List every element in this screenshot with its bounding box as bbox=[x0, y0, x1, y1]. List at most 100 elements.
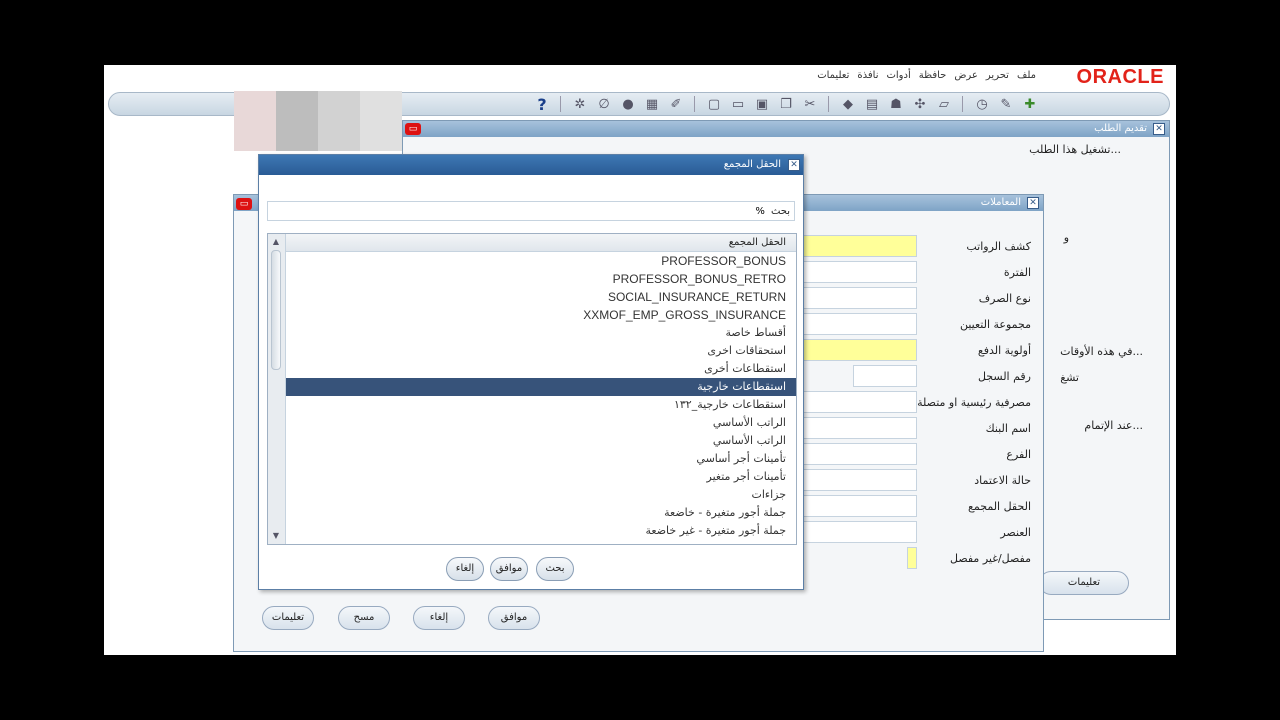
element-field[interactable] bbox=[799, 521, 917, 543]
copy-icon[interactable]: ❐ bbox=[777, 96, 795, 112]
on-completion-label: عند الإتمام... bbox=[1084, 419, 1143, 432]
params-ok-button[interactable]: موافق bbox=[488, 606, 540, 630]
find-icon[interactable]: ✲ bbox=[571, 96, 589, 112]
menu-tools[interactable]: أدوات bbox=[886, 70, 910, 81]
menu-folder[interactable]: حافظة bbox=[919, 70, 947, 81]
lov-row[interactable]: جزاءات bbox=[286, 486, 796, 504]
oracle-logo: ORACLE bbox=[1076, 66, 1164, 88]
delete-icon[interactable]: ▢ bbox=[705, 96, 723, 112]
param-row-aggregate-field: الحقل المجمع bbox=[799, 495, 1035, 517]
lov-row-selected[interactable]: استقطاعات خارجية bbox=[286, 378, 796, 396]
record-icon[interactable]: ▦ bbox=[643, 96, 661, 112]
close-icon[interactable]: ✕ bbox=[1153, 123, 1165, 135]
attach-icon[interactable]: ✎ bbox=[997, 96, 1015, 112]
lov-row[interactable]: استقطاعات خارجية_١٣٢ bbox=[286, 396, 796, 414]
lov-row[interactable]: SOCIAL_INSURANCE_RETURN bbox=[286, 288, 796, 306]
lov-row[interactable]: PROFESSOR_BONUS_RETRO bbox=[286, 270, 796, 288]
print-icon[interactable]: ▤ bbox=[863, 96, 881, 112]
toolbar-separator bbox=[560, 96, 562, 112]
scroll-up-icon[interactable]: ▲ bbox=[270, 236, 282, 248]
lov-row[interactable]: أقساط خاصة bbox=[286, 324, 796, 342]
param-label: نوع الصرف bbox=[978, 291, 1031, 305]
link-icon[interactable]: ∅ bbox=[595, 96, 613, 112]
menu-help[interactable]: تعليمات bbox=[817, 70, 849, 81]
params-help-button[interactable]: تعليمات bbox=[262, 606, 314, 630]
param-row-payment-type: نوع الصرف bbox=[799, 287, 1035, 309]
param-label: مصرفية رئيسية او متصلة bbox=[917, 395, 1031, 409]
edit-field-icon[interactable]: ✐ bbox=[667, 96, 685, 112]
menu-window[interactable]: نافذة bbox=[857, 70, 878, 81]
parameters-title: المعاملات bbox=[980, 197, 1021, 208]
new-record-icon[interactable]: ✚ bbox=[1021, 96, 1039, 112]
param-label: العنصر bbox=[1000, 525, 1031, 539]
params-clear-button[interactable]: مسح bbox=[338, 606, 390, 630]
paste-icon[interactable]: ▣ bbox=[753, 96, 771, 112]
clear-icon[interactable]: ▭ bbox=[729, 96, 747, 112]
lov-row[interactable]: XXMOF_EMP_GROSS_INSURANCE bbox=[286, 306, 796, 324]
lov-row[interactable]: PROFESSOR_BONUS bbox=[286, 252, 796, 270]
param-row-period: الفترة bbox=[799, 261, 1035, 283]
record-number-field[interactable] bbox=[853, 365, 917, 387]
period-field[interactable] bbox=[799, 261, 917, 283]
param-row-branch: الفرع bbox=[799, 443, 1035, 465]
submit-request-title-bar: تقديم الطلب ✕ ✕ bbox=[403, 121, 1169, 137]
lov-dialog: الحقل المجمع ✕ بحث ▲ ▼ الحقل المجمع PROF… bbox=[258, 154, 804, 590]
menu-edit[interactable]: تحرير bbox=[986, 70, 1009, 81]
lov-row[interactable]: الراتب الأساسي bbox=[286, 414, 796, 432]
lov-ok-button[interactable]: موافق bbox=[490, 557, 528, 581]
lov-scrollbar[interactable]: ▲ ▼ bbox=[268, 234, 286, 544]
payroll-field[interactable] bbox=[799, 235, 917, 257]
scroll-down-icon[interactable]: ▼ bbox=[270, 530, 282, 542]
param-row-approval-status: حالة الاعتماد bbox=[799, 469, 1035, 491]
oracle-window-icon: ▭ bbox=[405, 123, 421, 135]
close-icon[interactable]: ✕ bbox=[1027, 197, 1039, 209]
lov-find-button[interactable]: بحث bbox=[536, 557, 574, 581]
menu-view[interactable]: عرض bbox=[954, 70, 978, 81]
folder-icon[interactable]: ▱ bbox=[935, 96, 953, 112]
param-label: رقم السجل bbox=[977, 369, 1031, 383]
detailed-field[interactable] bbox=[907, 547, 917, 569]
lov-row[interactable]: استقطاعات أخرى bbox=[286, 360, 796, 378]
approval-status-field[interactable] bbox=[799, 469, 917, 491]
param-label: كشف الرواتب bbox=[966, 239, 1031, 253]
bank-type-field[interactable] bbox=[799, 391, 917, 413]
lov-rows: PROFESSOR_BONUS PROFESSOR_BONUS_RETRO SOCI… bbox=[286, 252, 796, 540]
zoom-icon[interactable]: ☗ bbox=[887, 96, 905, 112]
lov-row[interactable]: تأمينات أجر أساسي bbox=[286, 450, 796, 468]
lov-row[interactable]: الراتب الأساسي bbox=[286, 432, 796, 450]
lov-title-bar: الحقل المجمع ✕ bbox=[259, 155, 803, 175]
branch-field[interactable] bbox=[799, 443, 917, 465]
clock-icon[interactable]: ◷ bbox=[973, 96, 991, 112]
param-row-detailed: مفصل/غير مفصل bbox=[907, 547, 1035, 569]
params-cancel-button[interactable]: إلغاء bbox=[413, 606, 465, 630]
save-icon[interactable]: ◆ bbox=[839, 96, 857, 112]
lov-row[interactable]: جملة أجور متغيرة - غير خاضعة bbox=[286, 522, 796, 540]
param-label: أولوية الدفع bbox=[977, 343, 1031, 357]
aggregate-field[interactable] bbox=[799, 495, 917, 517]
param-label: اسم البنك bbox=[985, 421, 1031, 435]
menu-file[interactable]: ملف bbox=[1017, 70, 1036, 81]
param-label: مفصل/غير مفصل bbox=[950, 551, 1031, 565]
lov-cancel-button[interactable]: إلغاء bbox=[446, 557, 484, 581]
scroll-thumb[interactable] bbox=[271, 250, 281, 370]
param-row-record-number: رقم السجل bbox=[853, 365, 1035, 387]
lov-row[interactable]: استحقاقات اخرى bbox=[286, 342, 796, 360]
at-these-times-label: في هذه الأوقات... bbox=[1060, 345, 1143, 358]
toolbar-separator bbox=[694, 96, 696, 112]
param-row-bank-type: مصرفية رئيسية او متصلة bbox=[799, 391, 1035, 413]
lov-row[interactable]: جملة أجور متغيرة - خاضعة bbox=[286, 504, 796, 522]
bank-name-field[interactable] bbox=[799, 417, 917, 439]
help-icon[interactable]: ? bbox=[533, 95, 551, 114]
lov-search-input[interactable] bbox=[268, 202, 767, 220]
lov-row[interactable]: تأمينات أجر متغير bbox=[286, 468, 796, 486]
close-icon[interactable]: ✕ bbox=[788, 159, 800, 171]
navigator-icon[interactable]: ✣ bbox=[911, 96, 929, 112]
bg-help-button[interactable]: تعليمات bbox=[1039, 571, 1129, 595]
globe-icon[interactable]: ● bbox=[619, 96, 637, 112]
lov-search-row: بحث bbox=[267, 201, 795, 221]
cut-icon[interactable]: ✂ bbox=[801, 96, 819, 112]
payment-priority-field[interactable] bbox=[799, 339, 917, 361]
payment-type-field[interactable] bbox=[799, 287, 917, 309]
oracle-window-icon: ▭ bbox=[236, 198, 252, 210]
assignment-set-field[interactable] bbox=[799, 313, 917, 335]
